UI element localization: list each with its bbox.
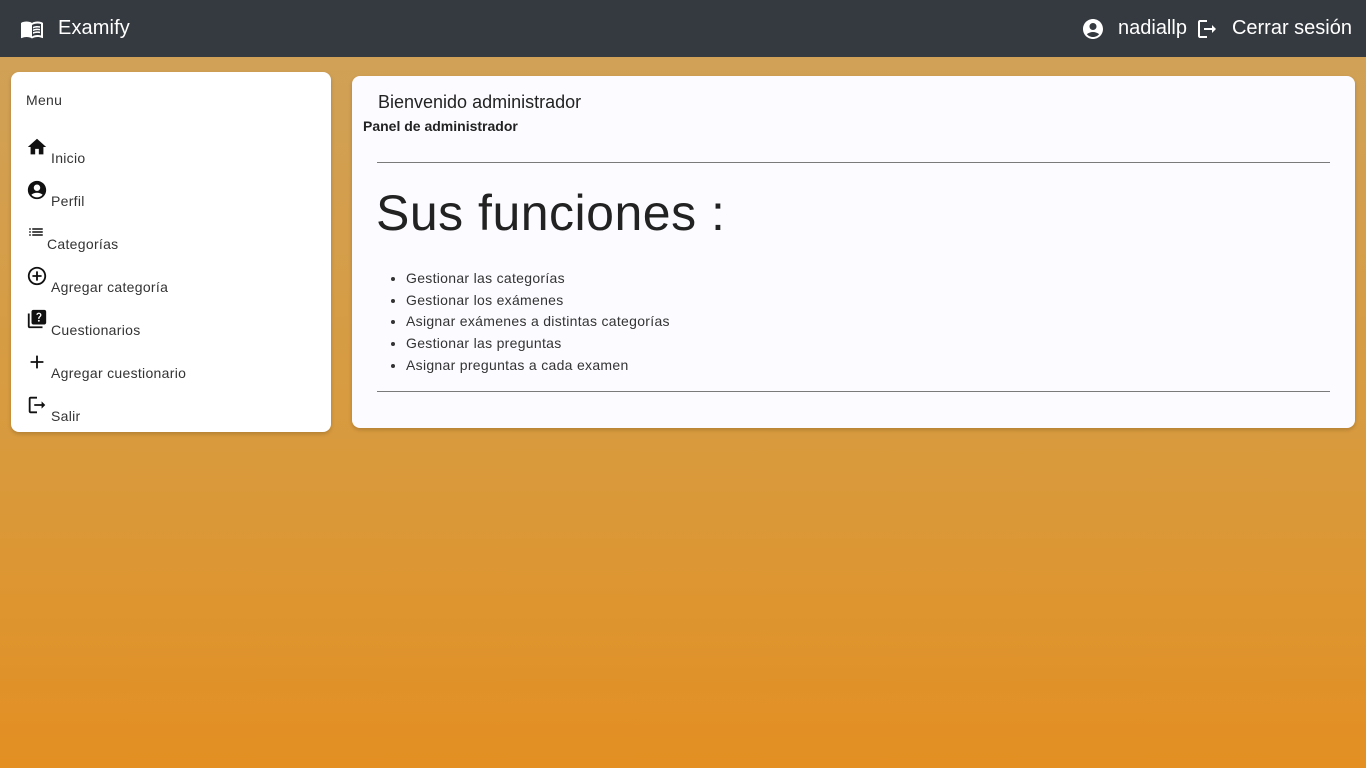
sidebar-item-agregar-cuestionario[interactable]: Agregar cuestionario: [26, 337, 316, 381]
logout-icon: [26, 394, 48, 416]
add-circle-outline-icon: [26, 265, 48, 287]
account-circle-icon: [1081, 17, 1105, 41]
list-item: Asignar preguntas a cada examen: [406, 355, 670, 377]
sidebar-item-perfil[interactable]: Perfil: [26, 165, 316, 209]
card-subtitle: Panel de administrador: [363, 118, 518, 134]
user-profile-link[interactable]: nadiallp: [1081, 17, 1187, 41]
sidebar-item-label: Inicio: [51, 150, 86, 166]
sidebar-item-salir[interactable]: Salir: [26, 380, 316, 424]
open-book-icon: [20, 17, 44, 41]
list-item: Gestionar los exámenes: [406, 290, 670, 312]
divider: [377, 162, 1330, 163]
functions-heading: Sus funciones :: [376, 185, 726, 241]
account-circle-icon: [26, 179, 48, 201]
logout-button[interactable]: Cerrar sesión: [1195, 17, 1352, 41]
sidebar-item-agregar-categoria[interactable]: Agregar categoría: [26, 251, 316, 295]
card-title: Bienvenido administrador: [378, 92, 582, 112]
admin-welcome-card: Bienvenido administrador Panel de admini…: [352, 76, 1355, 428]
sidebar-item-label: Cuestionarios: [51, 322, 141, 338]
logout-icon: [1195, 17, 1219, 41]
functions-list: Gestionar las categorías Gestionar los e…: [406, 268, 670, 376]
sidebar-item-label: Categorías: [47, 236, 119, 252]
logout-label: Cerrar sesión: [1231, 17, 1352, 39]
menu-title: Menu: [26, 92, 63, 108]
divider: [377, 391, 1330, 392]
sidebar-item-categorias[interactable]: Categorías: [26, 208, 316, 252]
sidebar-menu: Menu Inicio Perfil Categorías Agregar ca…: [11, 72, 331, 432]
list-icon: [26, 223, 46, 241]
home-icon: [26, 136, 48, 158]
sidebar-item-label: Salir: [51, 408, 81, 424]
sidebar-item-inicio[interactable]: Inicio: [26, 122, 316, 166]
sidebar-item-label: Agregar categoría: [51, 279, 169, 295]
plus-icon: [26, 351, 48, 373]
quiz-icon: [26, 308, 48, 330]
list-item: Gestionar las categorías: [406, 268, 670, 290]
top-toolbar: Examify nadiallp Cerrar sesión: [0, 0, 1366, 57]
username: nadiallp: [1118, 17, 1187, 39]
brand-link[interactable]: Examify: [20, 17, 130, 41]
list-item: Gestionar las preguntas: [406, 333, 670, 355]
list-item: Asignar exámenes a distintas categorías: [406, 311, 670, 333]
app-title: Examify: [58, 17, 130, 39]
sidebar-item-label: Perfil: [51, 193, 85, 209]
sidebar-item-cuestionarios[interactable]: Cuestionarios: [26, 294, 316, 338]
sidebar-item-label: Agregar cuestionario: [51, 365, 187, 381]
